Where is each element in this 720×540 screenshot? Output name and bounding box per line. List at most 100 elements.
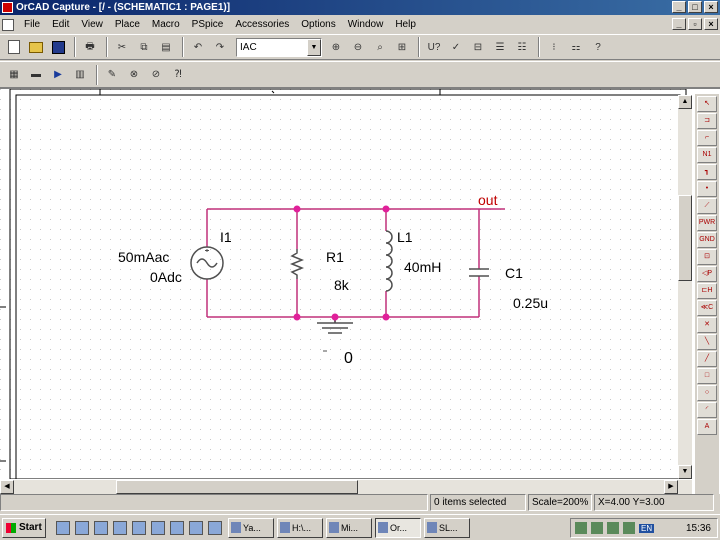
palette-rectangle-icon[interactable]: □ <box>697 368 717 384</box>
palette-ellipse-icon[interactable]: ○ <box>697 385 717 401</box>
palette-off-page-connector-icon[interactable]: ≪C <box>697 300 717 316</box>
menu-help[interactable]: Help <box>389 19 422 30</box>
cross-reference-icon[interactable]: ☰ <box>490 37 510 57</box>
task-button-orcad[interactable]: Or... <box>375 517 421 538</box>
vertical-scroll-thumb[interactable] <box>678 195 692 281</box>
palette-power-icon[interactable]: PWR <box>697 215 717 231</box>
menu-pspice[interactable]: PSpice <box>186 19 230 30</box>
close-button[interactable]: × <box>704 1 718 13</box>
palette-polyline-icon[interactable]: ╱ <box>697 351 717 367</box>
palette-no-connect-icon[interactable]: ✕ <box>697 317 717 333</box>
folder-icon[interactable] <box>151 520 165 535</box>
current-marker-icon[interactable]: ⊗ <box>124 65 144 85</box>
palette-wire-icon[interactable]: ⌐ <box>697 130 717 146</box>
view-simulation-results-icon[interactable]: ▥ <box>70 65 90 85</box>
c1-value-label[interactable]: 0.25u <box>513 295 548 311</box>
zoom-out-icon[interactable]: ⊖ <box>348 37 368 57</box>
task-button-h-drive[interactable]: H:\... <box>277 517 323 538</box>
document-icon[interactable] <box>2 18 14 31</box>
scroll-up-icon[interactable]: ▲ <box>678 95 692 109</box>
menu-file[interactable]: File <box>18 19 46 30</box>
schematic-workspace[interactable]: I1 50mAac 0Adc R1 8k L1 40mH C1 0.25u ou… <box>0 88 720 494</box>
palette-part-icon[interactable]: ⊐ <box>697 113 717 129</box>
palette-hierarchical-port-icon[interactable]: ◁P <box>697 266 717 282</box>
i1-ref-label[interactable]: I1 <box>220 229 232 245</box>
desktop-icon[interactable] <box>56 520 70 535</box>
doc-restore-button[interactable]: ▫ <box>688 18 702 30</box>
ground-net-label[interactable]: 0 <box>344 350 353 367</box>
edit-simulation-settings-icon[interactable]: ▬ <box>26 65 46 85</box>
menu-macro[interactable]: Macro <box>146 19 186 30</box>
l1-ref-label[interactable]: L1 <box>397 229 413 245</box>
doc-close-button[interactable]: × <box>704 18 718 30</box>
palette-arc-icon[interactable]: ◜ <box>697 402 717 418</box>
scroll-down-icon[interactable]: ▼ <box>678 465 692 479</box>
menu-options[interactable]: Options <box>295 19 341 30</box>
network-icon[interactable] <box>132 520 146 535</box>
menu-accessories[interactable]: Accessories <box>229 19 295 30</box>
zoom-area-icon[interactable]: ⌕ <box>370 37 390 57</box>
ie-icon[interactable] <box>94 520 108 535</box>
undo-icon[interactable]: ↶ <box>188 37 208 57</box>
task-button-sl[interactable]: SL... <box>424 517 470 538</box>
language-indicator[interactable]: EN <box>639 523 655 533</box>
i1-dc-value-label[interactable]: 0Adc <box>150 269 182 285</box>
start-button[interactable]: Start <box>2 517 46 538</box>
vertical-scrollbar[interactable]: ▲ ▼ <box>678 95 692 479</box>
palette-hierarchical-block-icon[interactable]: ⊡ <box>697 249 717 265</box>
power-marker-icon[interactable]: ⊘ <box>146 65 166 85</box>
palette-net-alias-icon[interactable]: N1 <box>697 147 717 163</box>
media-icon[interactable] <box>170 520 184 535</box>
palette-ground-icon[interactable]: GND <box>697 232 717 248</box>
r1-ref-label[interactable]: R1 <box>326 249 344 265</box>
menu-place[interactable]: Place <box>109 19 146 30</box>
palette-text-icon[interactable]: A <box>697 419 717 435</box>
voltage-marker-icon[interactable]: ✎ <box>102 65 122 85</box>
project-manager-icon[interactable]: ⚏ <box>566 37 586 57</box>
r1-value-label[interactable]: 8k <box>334 277 350 293</box>
palette-junction-icon[interactable]: • <box>697 181 717 197</box>
tray-icon[interactable] <box>591 522 603 534</box>
palette-select-arrow-icon[interactable]: ↖ <box>697 96 717 112</box>
task-button-ya[interactable]: Ya... <box>228 517 274 538</box>
open-icon[interactable] <box>26 37 46 57</box>
menu-edit[interactable]: Edit <box>46 19 75 30</box>
app-icon[interactable] <box>189 520 203 535</box>
net-alias-out[interactable]: out <box>478 192 498 208</box>
schematic-canvas[interactable]: I1 50mAac 0Adc R1 8k L1 40mH C1 0.25u ou… <box>0 89 690 479</box>
palette-bus-entry-icon[interactable]: ⟋ <box>697 198 717 214</box>
cut-icon[interactable]: ✂ <box>112 37 132 57</box>
new-icon[interactable] <box>4 37 24 57</box>
zoom-all-icon[interactable]: ⊞ <box>392 37 412 57</box>
c1-ref-label[interactable]: C1 <box>505 265 523 281</box>
tray-icon[interactable] <box>607 522 619 534</box>
menu-view[interactable]: View <box>75 19 109 30</box>
i1-ac-value-label[interactable]: 50mAac <box>118 249 169 265</box>
palette-hierarchical-pin-icon[interactable]: ⊏H <box>697 283 717 299</box>
menu-window[interactable]: Window <box>342 19 390 30</box>
folder-icon[interactable] <box>208 520 222 535</box>
task-button-mi[interactable]: Mi... <box>326 517 372 538</box>
bom-icon[interactable]: ☷ <box>512 37 532 57</box>
palette-bus-icon[interactable]: ┓ <box>697 164 717 180</box>
redo-icon[interactable]: ↷ <box>210 37 230 57</box>
part-name-combo[interactable]: IAC ▼ <box>236 37 322 57</box>
palette-line-icon[interactable]: ╲ <box>697 334 717 350</box>
print-icon[interactable]: 🖶 <box>80 37 100 57</box>
snap-to-grid-icon[interactable]: ⁝ <box>544 37 564 57</box>
l1-value-label[interactable]: 40mH <box>404 259 441 275</box>
netlist-icon[interactable]: ⊟ <box>468 37 488 57</box>
minimize-button[interactable]: _ <box>672 1 686 13</box>
copy-icon[interactable]: ⧉ <box>134 37 154 57</box>
drc-icon[interactable]: ✓ <box>446 37 466 57</box>
scroll-left-icon[interactable]: ◀ <box>0 480 14 494</box>
paste-icon[interactable]: ▤ <box>156 37 176 57</box>
notepad-icon[interactable] <box>75 520 89 535</box>
save-icon[interactable] <box>48 37 68 57</box>
tray-icon[interactable] <box>575 522 587 534</box>
doc-minimize-button[interactable]: _ <box>672 18 686 30</box>
help-icon[interactable]: ? <box>588 37 608 57</box>
tray-icon[interactable] <box>623 522 635 534</box>
new-simulation-profile-icon[interactable]: ▦ <box>4 65 24 85</box>
outlook-icon[interactable] <box>113 520 127 535</box>
